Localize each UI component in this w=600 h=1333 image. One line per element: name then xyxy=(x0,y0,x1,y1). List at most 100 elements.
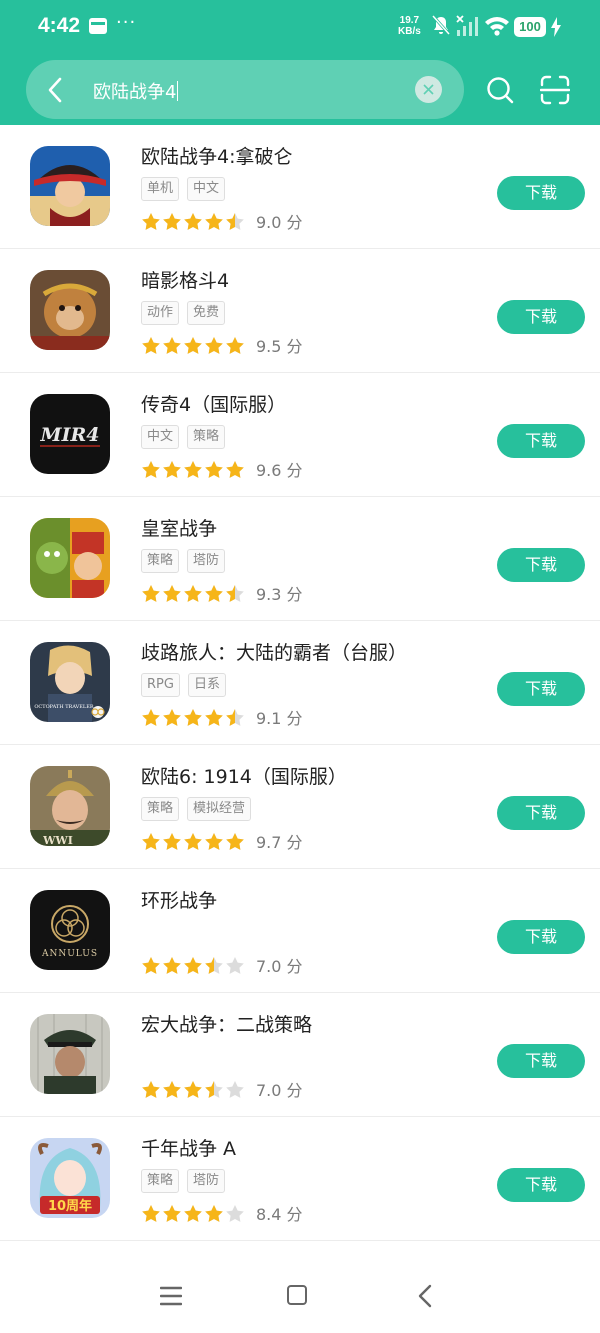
tag-list: 动作 免费 xyxy=(141,301,233,325)
star-full-icon xyxy=(184,832,202,850)
star-full-icon xyxy=(142,212,160,230)
rating: 7.0 分 xyxy=(141,1078,303,1100)
app-icon-octopath[interactable]: OCTOPATH TRAVELER xyxy=(30,642,110,722)
star-full-icon xyxy=(163,460,181,478)
list-item[interactable]: ANNULUS 环形战争 7.0 分 下载 xyxy=(0,869,600,993)
scan-icon[interactable] xyxy=(540,75,570,105)
annulus-logo-text: ANNULUS xyxy=(41,949,98,959)
star-full-icon xyxy=(163,212,181,230)
tag: 塔防 xyxy=(187,1169,226,1193)
star-full-icon xyxy=(205,832,223,850)
rating: 7.0 分 xyxy=(141,954,303,976)
tag: 中文 xyxy=(187,177,226,201)
star-half-icon xyxy=(205,1080,223,1098)
star-full-icon xyxy=(205,212,223,230)
search-results-list: 欧陆战争4:拿破仑 单机 中文 9.0 分 下载 暗影格斗4 动作 免费 9.5… xyxy=(0,125,600,1241)
score: 9.0 分 xyxy=(256,213,303,232)
tag: 单机 xyxy=(141,177,180,201)
score: 9.7 分 xyxy=(256,833,303,852)
menu-icon[interactable] xyxy=(160,1286,182,1306)
rating: 9.6 分 xyxy=(141,458,303,480)
clear-button[interactable] xyxy=(415,76,442,103)
app-name: 皇室战争 xyxy=(141,518,218,540)
star-full-icon xyxy=(142,1204,160,1222)
star-full-icon xyxy=(163,1204,181,1222)
anime-girl-icon: 10周年 xyxy=(30,1138,110,1218)
charging-icon xyxy=(551,17,561,37)
score: 9.5 分 xyxy=(256,337,303,356)
star-full-icon xyxy=(184,708,202,726)
tag: 动作 xyxy=(141,301,180,325)
top-bar: 4:42 ··· 19.7 KB/s 100 欧陆战争4 xyxy=(0,0,600,125)
list-item[interactable]: 10周年 千年战争 A 策略 塔防 8.4 分 下载 xyxy=(0,1117,600,1241)
score: 7.0 分 xyxy=(256,1081,303,1100)
list-item[interactable]: MIR4 传奇4（国际服） 中文 策略 9.6 分 下载 xyxy=(0,373,600,497)
tag: 塔防 xyxy=(187,549,226,573)
download-button[interactable]: 下载 xyxy=(497,796,585,830)
list-item[interactable]: OCTOPATH TRAVELER 歧路旅人：大陆的霸者（台服） RPG 日系 9… xyxy=(0,621,600,745)
mute-icon xyxy=(431,15,451,35)
app-icon-great-war[interactable] xyxy=(30,1014,110,1094)
star-full-icon xyxy=(142,956,160,974)
score: 7.0 分 xyxy=(256,957,303,976)
list-item[interactable]: 欧陆战争4:拿破仑 单机 中文 9.0 分 下载 xyxy=(0,125,600,249)
download-button[interactable]: 下载 xyxy=(497,1044,585,1078)
app-icon-millennium-war[interactable]: 10周年 xyxy=(30,1138,110,1218)
app-name: 千年战争 A xyxy=(141,1138,237,1160)
star-full-icon xyxy=(142,832,160,850)
app-icon-european-war-6[interactable]: WWI xyxy=(30,766,110,846)
soldier-helmet-icon: WWI xyxy=(30,766,110,846)
star-full-icon xyxy=(205,708,223,726)
star-full-icon xyxy=(163,584,181,602)
star-rating xyxy=(141,1204,246,1223)
octopath-logo-text: OCTOPATH TRAVELER xyxy=(34,704,94,710)
clear-icon xyxy=(423,84,434,95)
text-caret xyxy=(177,81,179,101)
tag-list: RPG 日系 xyxy=(141,673,234,697)
star-rating xyxy=(141,956,246,975)
star-rating xyxy=(141,584,246,603)
star-full-icon xyxy=(226,336,244,354)
app-icon-mir4[interactable]: MIR4 xyxy=(30,394,110,474)
star-rating xyxy=(141,1080,246,1099)
list-item[interactable]: 宏大战争：二战策略 7.0 分 下载 xyxy=(0,993,600,1117)
app-icon-shadow-fight[interactable] xyxy=(30,270,110,350)
back-icon[interactable] xyxy=(418,1284,432,1308)
list-item[interactable]: WWI 欧陆6: 1914（国际服） 策略 模拟经营 9.7 分 下载 xyxy=(0,745,600,869)
star-half-icon xyxy=(226,212,244,230)
home-icon[interactable] xyxy=(287,1285,307,1305)
download-button[interactable]: 下载 xyxy=(497,300,585,334)
napoleon-icon xyxy=(30,146,110,226)
download-button[interactable]: 下载 xyxy=(497,548,585,582)
search-icon[interactable] xyxy=(486,76,514,104)
app-name: 传奇4（国际服） xyxy=(141,394,287,416)
download-button[interactable]: 下载 xyxy=(497,1168,585,1202)
tag: 日系 xyxy=(187,673,226,697)
download-button[interactable]: 下载 xyxy=(497,672,585,706)
list-item[interactable]: 皇室战争 策略 塔防 9.3 分 下载 xyxy=(0,497,600,621)
clock: 4:42 xyxy=(38,14,81,37)
search-input[interactable] xyxy=(26,60,464,119)
octopath-icon: OCTOPATH TRAVELER xyxy=(30,642,110,722)
back-arrow-icon[interactable] xyxy=(44,76,66,104)
general-portrait-icon xyxy=(30,1014,110,1094)
app-icon-annulus[interactable]: ANNULUS xyxy=(30,890,110,970)
download-button[interactable]: 下载 xyxy=(497,920,585,954)
search-query[interactable]: 欧陆战争4 xyxy=(93,78,179,104)
score: 9.1 分 xyxy=(256,709,303,728)
download-button[interactable]: 下载 xyxy=(497,424,585,458)
star-full-icon xyxy=(226,832,244,850)
rating: 8.4 分 xyxy=(141,1202,303,1224)
star-full-icon xyxy=(184,460,202,478)
app-icon-european-war[interactable] xyxy=(30,146,110,226)
tag: 免费 xyxy=(187,301,226,325)
star-full-icon xyxy=(184,584,202,602)
tag: 策略 xyxy=(187,425,226,449)
list-item[interactable]: 暗影格斗4 动作 免费 9.5 分 下载 xyxy=(0,249,600,373)
tag-list: 策略 塔防 xyxy=(141,1169,233,1193)
score: 9.3 分 xyxy=(256,585,303,604)
star-full-icon xyxy=(184,1080,202,1098)
download-button[interactable]: 下载 xyxy=(497,176,585,210)
tag: RPG xyxy=(141,673,180,697)
app-icon-clash-royale[interactable] xyxy=(30,518,110,598)
